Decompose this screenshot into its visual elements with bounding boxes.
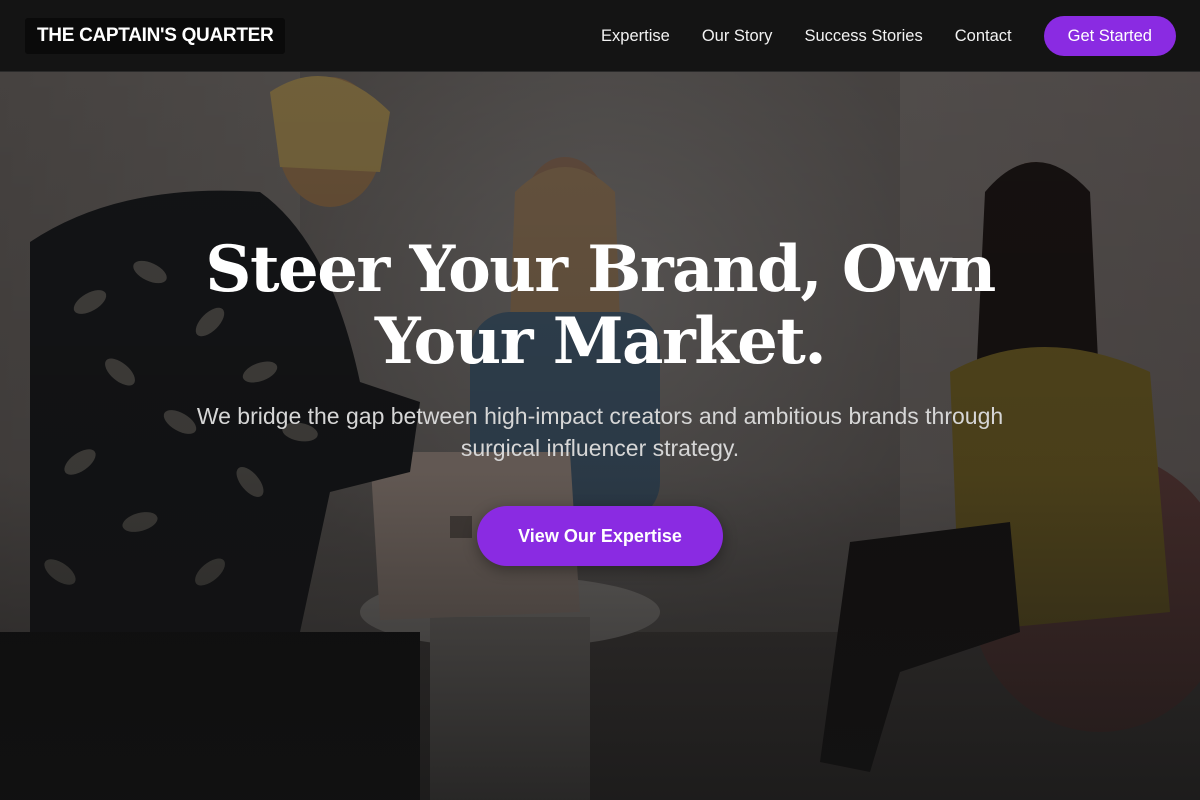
- main-nav: Expertise Our Story Success Stories Cont…: [601, 0, 1176, 72]
- nav-link-our-story[interactable]: Our Story: [702, 27, 773, 46]
- view-expertise-button[interactable]: View Our Expertise: [477, 506, 723, 566]
- hero-title: Steer Your Brand, Own Your Market.: [205, 232, 996, 379]
- nav-link-expertise[interactable]: Expertise: [601, 27, 670, 46]
- brand-logo[interactable]: THE CAPTAIN'S QUARTER: [25, 18, 286, 54]
- hero-section: Steer Your Brand, Own Your Market. We br…: [0, 72, 1200, 800]
- hero-subtitle: We bridge the gap between high-impact cr…: [196, 403, 1004, 461]
- site-header: THE CAPTAIN'S QUARTER Expertise Our Stor…: [0, 0, 1200, 72]
- get-started-button[interactable]: Get Started: [1043, 16, 1176, 56]
- nav-link-success-stories[interactable]: Success Stories: [804, 27, 922, 46]
- landing-page: THE CAPTAIN'S QUARTER Expertise Our Stor…: [0, 0, 1200, 800]
- nav-link-contact[interactable]: Contact: [955, 27, 1012, 46]
